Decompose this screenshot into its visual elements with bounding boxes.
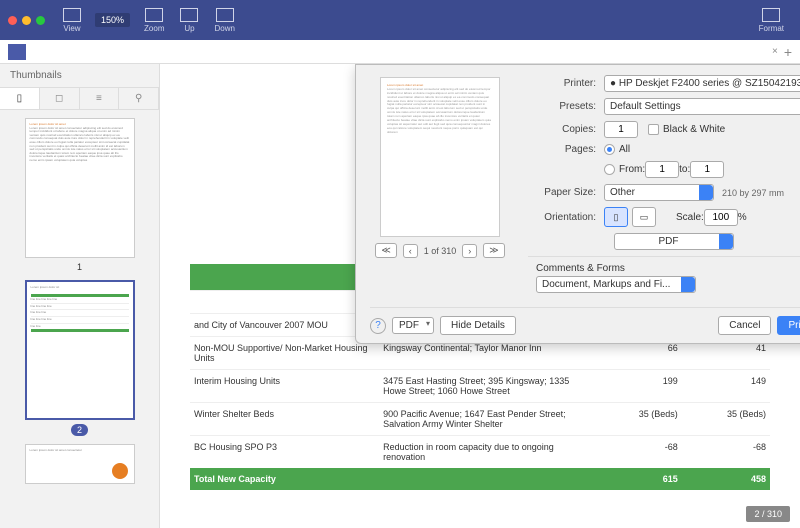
thumbnail-label-2: 2	[71, 424, 88, 436]
table-row: BC Housing SPO P3Reduction in room capac…	[190, 436, 770, 469]
paper-dims: 210 by 297 mm	[722, 188, 784, 198]
pages-all-radio[interactable]	[604, 144, 615, 155]
sidebar-tab-search[interactable]: ⚲	[119, 88, 159, 109]
printer-label: Printer:	[528, 78, 596, 89]
preview-prev-icon[interactable]: ‹	[403, 244, 418, 258]
zoom-button[interactable]: Zoom	[144, 8, 164, 33]
format-icon	[762, 8, 780, 22]
preview-last-icon[interactable]: ≫	[483, 243, 504, 258]
close-window-icon[interactable]	[8, 16, 17, 25]
printer-select[interactable]: ● HP Deskjet F2400 series @ SZ15042193	[604, 75, 800, 92]
pages-from-input[interactable]	[645, 161, 679, 178]
down-icon	[216, 8, 234, 22]
cancel-button[interactable]: Cancel	[718, 316, 771, 335]
pdf-dropdown[interactable]: PDF	[392, 317, 434, 334]
help-icon[interactable]: ?	[370, 318, 386, 334]
pages-to-label: to:	[679, 164, 690, 175]
format-button[interactable]: Format	[759, 8, 784, 33]
comments-select[interactable]: Document, Markups and Fi...	[536, 276, 696, 293]
presets-select[interactable]: Default Settings	[604, 98, 800, 115]
table-row: Interim Housing Units3475 East Hasting S…	[190, 370, 770, 403]
percent-label: %	[738, 212, 747, 223]
view-icon	[63, 8, 81, 22]
orientation-landscape-button[interactable]: ▭	[632, 207, 656, 227]
pdf-section-select[interactable]: PDF	[614, 233, 734, 250]
sidebar-tab-outline[interactable]: ≡	[80, 88, 120, 109]
page-indicator: 2 / 310	[746, 506, 790, 522]
scale-input[interactable]	[704, 209, 738, 226]
window-controls[interactable]	[8, 16, 45, 25]
paper-size-select[interactable]: Other	[604, 184, 714, 201]
bw-checkbox[interactable]	[648, 124, 659, 135]
new-tab-icon[interactable]: +	[784, 44, 792, 60]
tab-bar: × +	[0, 40, 800, 64]
home-icon[interactable]	[8, 44, 26, 60]
print-button[interactable]: Print	[777, 316, 800, 335]
table-row: Winter Shelter Beds900 Pacific Avenue; 1…	[190, 403, 770, 436]
copies-input[interactable]	[604, 121, 638, 138]
zoom-icon	[145, 8, 163, 22]
orientation-portrait-button[interactable]: ▯	[604, 207, 628, 227]
close-tab-icon[interactable]: ×	[772, 46, 778, 57]
app-toolbar: View 150% Zoom Up Down Format	[0, 0, 800, 40]
copies-label: Copies:	[528, 124, 596, 135]
down-button[interactable]: Down	[214, 8, 234, 33]
zoom-window-icon[interactable]	[36, 16, 45, 25]
minimize-window-icon[interactable]	[22, 16, 31, 25]
view-button[interactable]: View	[63, 8, 81, 33]
document-view[interactable]: g foreless 301 and City of Vancouver 200…	[160, 64, 800, 528]
preview-next-icon[interactable]: ›	[462, 244, 477, 258]
paper-size-label: Paper Size:	[528, 187, 596, 198]
pages-to-input[interactable]	[690, 161, 724, 178]
up-icon	[180, 8, 198, 22]
preview-first-icon[interactable]: ≪	[375, 243, 396, 258]
thumbnail-page-2[interactable]: Lorem ipsum dolor sit line line line lin…	[25, 280, 135, 420]
print-preview: Lorem ipsum dolor sit amet Lorem ipsum d…	[380, 77, 500, 237]
bw-label: Black & White	[663, 124, 725, 135]
pages-from-label: From:	[619, 164, 645, 175]
table-total-row: Total New Capacity615458	[190, 468, 770, 490]
presets-label: Presets:	[528, 101, 596, 112]
sidebar-tab-thumbnails[interactable]: ▯	[0, 88, 40, 109]
thumbnail-page-1[interactable]: Lorem ipsum dolor sit amet Lorem ipsum d…	[25, 118, 135, 258]
scale-label: Scale:	[676, 212, 704, 223]
thumbnail-label-1: 1	[77, 262, 82, 272]
comments-label: Comments & Forms	[536, 263, 625, 274]
print-dialog: Lorem ipsum dolor sit amet Lorem ipsum d…	[355, 64, 800, 344]
zoom-level[interactable]: 150%	[95, 13, 130, 27]
up-button[interactable]: Up	[180, 8, 198, 33]
sidebar-title: Thumbnails	[0, 64, 159, 87]
pages-from-radio[interactable]	[604, 164, 615, 175]
pages-all-label: All	[619, 144, 630, 155]
sidebar-tabs: ▯ ◻ ≡ ⚲	[0, 87, 159, 110]
pages-label: Pages:	[528, 144, 596, 155]
orientation-label: Orientation:	[528, 212, 596, 223]
thumbnail-page-3[interactable]: Lorem ipsum dolor sit amet consectetur	[25, 444, 135, 484]
thumbnails-sidebar: Thumbnails ▯ ◻ ≡ ⚲ Lorem ipsum dolor sit…	[0, 64, 160, 528]
hide-details-button[interactable]: Hide Details	[440, 316, 516, 335]
sidebar-tab-bookmarks[interactable]: ◻	[40, 88, 80, 109]
preview-page-label: 1 of 310	[424, 246, 457, 256]
